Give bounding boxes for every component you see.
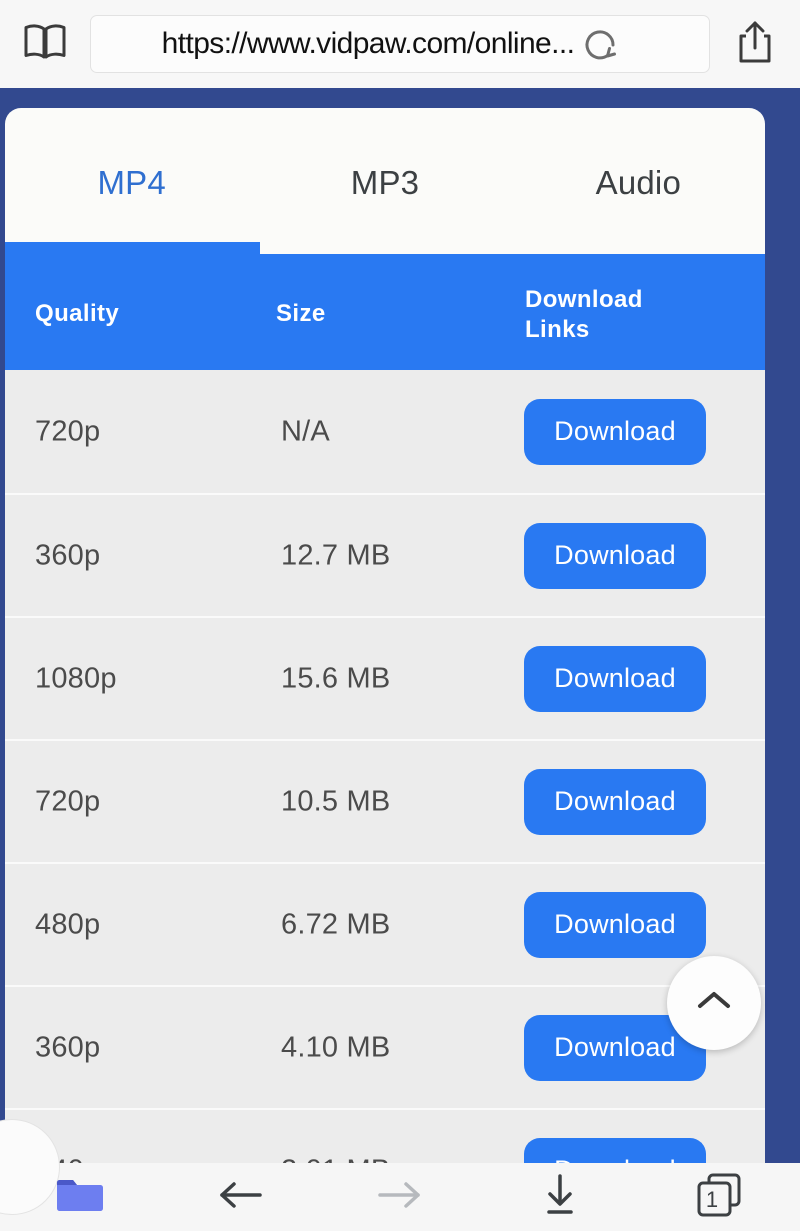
forward-arrow-icon xyxy=(374,1175,426,1220)
download-button[interactable]: Download xyxy=(524,768,706,835)
cell-size: 15.6 MB xyxy=(281,662,391,694)
tab-mp4[interactable]: MP4 xyxy=(5,144,258,199)
download-button[interactable]: Download xyxy=(524,1137,706,1163)
cell-quality: 480p xyxy=(35,908,101,940)
folder-icon xyxy=(54,1174,106,1221)
tabs-icon: 1 xyxy=(693,1170,747,1225)
table-row: 360p 12.7 MB Download xyxy=(5,493,765,616)
table-row: 480p 6.72 MB Download xyxy=(5,862,765,985)
cell-quality: 360p xyxy=(35,539,101,571)
page-downloads-button[interactable] xyxy=(480,1163,640,1231)
cell-size: 4.10 MB xyxy=(281,1031,391,1063)
results-table-body: 720p N/A Download 360p 12.7 MB Download … xyxy=(5,370,765,1163)
share-icon xyxy=(735,19,775,70)
cell-quality: 1080p xyxy=(35,662,117,694)
address-bar-url: https://www.vidpaw.com/online... xyxy=(161,27,575,60)
table-row: 720p N/A Download xyxy=(5,370,765,493)
cell-download: Download xyxy=(524,891,706,958)
cell-quality: 360p xyxy=(35,1031,101,1063)
cell-download: Download xyxy=(524,1137,706,1163)
scroll-to-top-button[interactable] xyxy=(667,956,761,1050)
browser-bottom-bar: 1 xyxy=(0,1119,800,1231)
cell-size: N/A xyxy=(281,415,330,447)
table-row: 240p 2.01 MB Download xyxy=(5,1108,765,1163)
cell-size: 12.7 MB xyxy=(281,539,391,571)
tab-mp3[interactable]: MP3 xyxy=(258,144,511,199)
cell-download: Download xyxy=(524,768,706,835)
download-button[interactable]: Download xyxy=(524,398,706,465)
cell-size: 2.01 MB xyxy=(281,1154,390,1163)
header-download-links-line2: Links xyxy=(525,316,590,343)
book-icon xyxy=(23,23,67,66)
download-results-card: MP4 MP3 Audio Quality Size Download Link… xyxy=(5,108,765,1163)
web-page-viewport: MP4 MP3 Audio Quality Size Download Link… xyxy=(0,88,800,1163)
table-row: 360p 4.10 MB Download xyxy=(5,985,765,1108)
format-tabs: MP4 MP3 Audio xyxy=(5,108,765,234)
cell-quality: 720p xyxy=(35,785,101,817)
chevron-up-icon xyxy=(692,986,736,1021)
share-button[interactable] xyxy=(724,13,786,75)
results-table-header: Quality Size Download Links xyxy=(5,242,765,370)
header-download-links: Download Links xyxy=(525,285,643,345)
tab-audio[interactable]: Audio xyxy=(512,144,765,199)
tabs-button[interactable]: 1 xyxy=(640,1163,800,1231)
header-download-links-line1: Download xyxy=(525,286,643,313)
download-button[interactable]: Download xyxy=(524,522,706,589)
back-arrow-icon xyxy=(214,1175,266,1220)
download-button[interactable]: Download xyxy=(524,645,706,712)
forward-button[interactable] xyxy=(320,1163,480,1231)
address-bar[interactable]: https://www.vidpaw.com/online... xyxy=(90,15,710,73)
reload-icon[interactable] xyxy=(580,24,620,64)
bookmarks-button[interactable] xyxy=(14,13,76,75)
cell-download: Download xyxy=(524,522,706,589)
browser-top-bar: https://www.vidpaw.com/online... xyxy=(0,0,800,88)
back-button[interactable] xyxy=(160,1163,320,1231)
cell-download: Download xyxy=(524,645,706,712)
cell-quality: 720p xyxy=(35,415,101,447)
downloads-folder-button[interactable] xyxy=(0,1119,160,1231)
cell-size: 6.72 MB xyxy=(281,908,391,940)
download-button[interactable]: Download xyxy=(524,891,706,958)
header-size: Size xyxy=(276,300,326,327)
cell-download: Download xyxy=(524,398,706,465)
cell-size: 10.5 MB xyxy=(281,785,391,817)
download-arrow-icon xyxy=(538,1171,582,1224)
table-row: 720p 10.5 MB Download xyxy=(5,739,765,862)
table-row: 1080p 15.6 MB Download xyxy=(5,616,765,739)
header-quality: Quality xyxy=(35,300,120,327)
